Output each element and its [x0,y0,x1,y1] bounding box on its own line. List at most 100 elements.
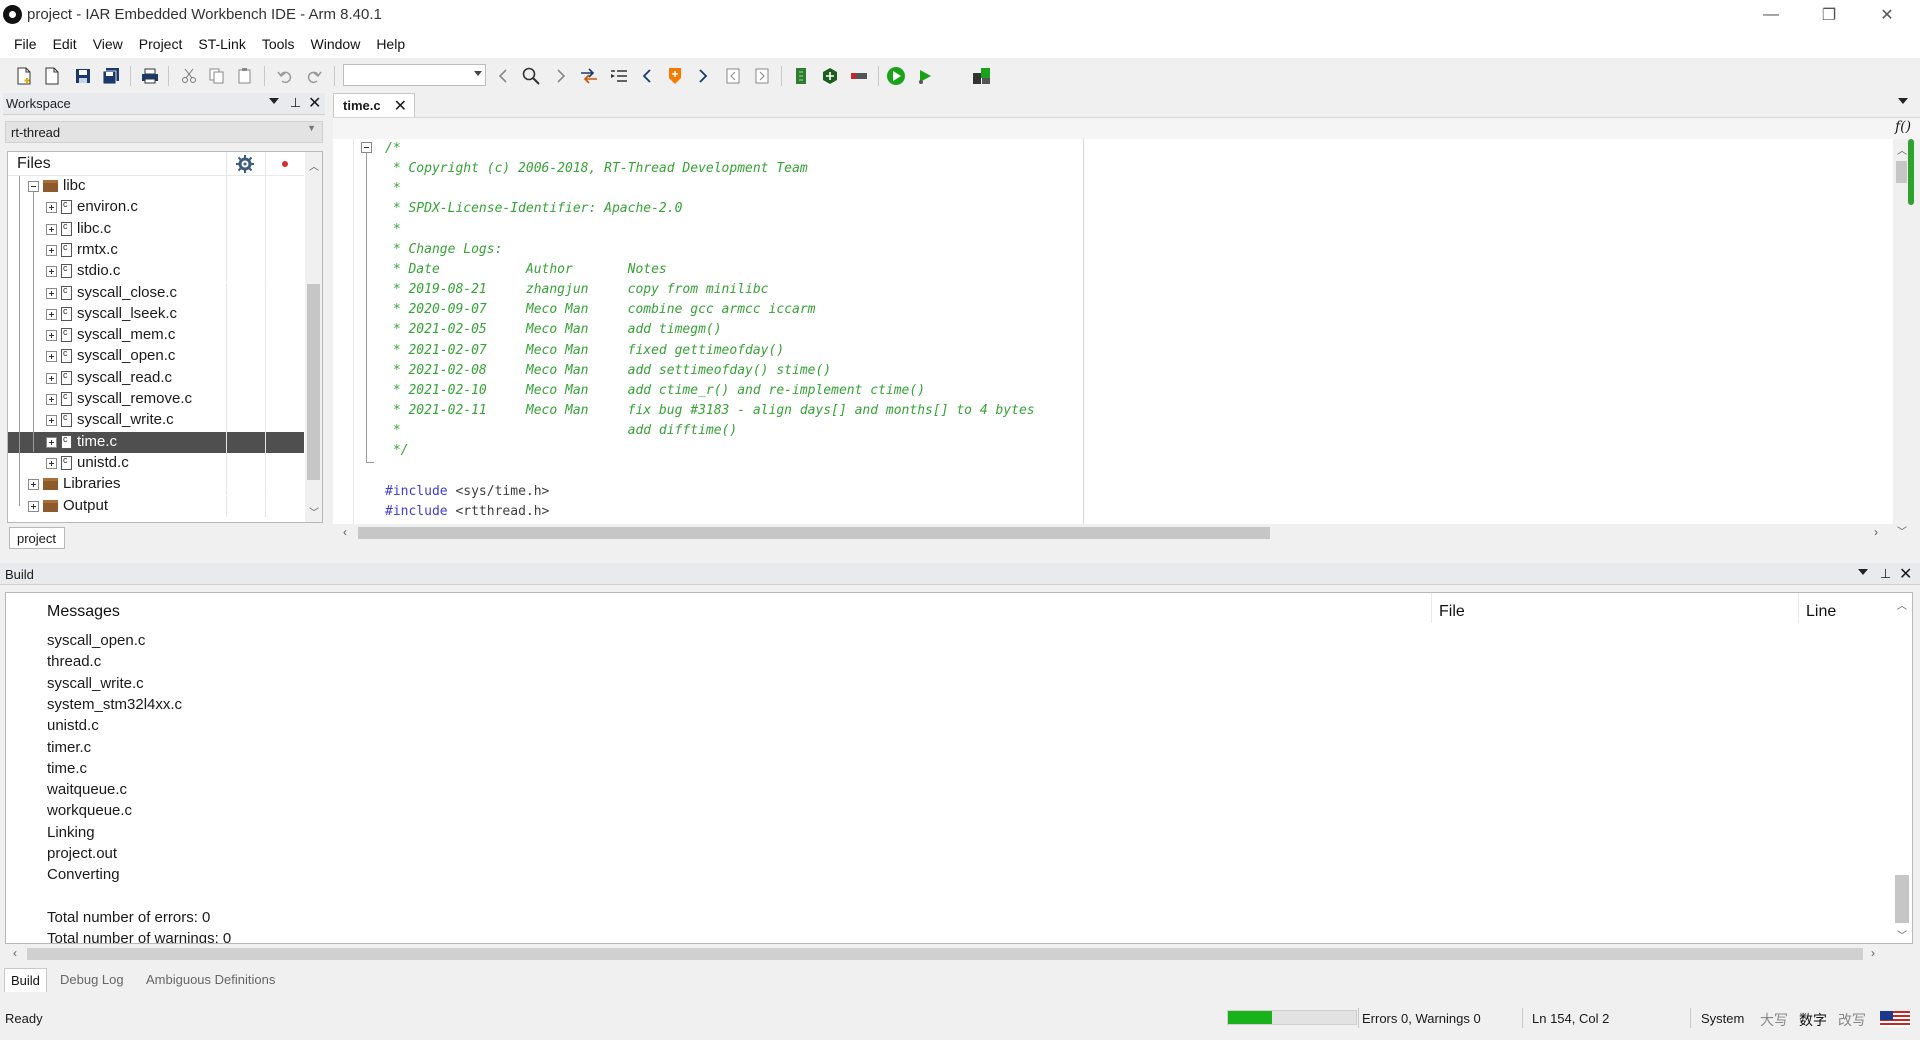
tree-file[interactable]: syscall_open.c [8,346,304,368]
tree-folder[interactable]: libc [8,176,304,198]
expand-icon[interactable] [46,351,57,363]
build-message[interactable]: Total number of warnings: 0 [47,930,231,943]
menu-help[interactable]: Help [368,36,413,52]
scroll-left-icon[interactable]: ‹ [343,525,347,539]
find-combo[interactable] [343,64,486,86]
undo-icon[interactable] [274,65,296,87]
build-message[interactable]: time.c [47,760,87,781]
tree-file[interactable]: time.c [8,431,304,453]
close-icon[interactable]: ✕ [1899,564,1912,584]
tree-file[interactable]: syscall_lseek.c [8,303,304,326]
build-message[interactable]: Total number of errors: 0 [47,909,210,930]
editor-hscrollbar[interactable]: ‹ › [333,524,1893,541]
build-message[interactable]: project.out [47,845,117,866]
pin-icon[interactable]: ⊥ [290,95,301,111]
pin-icon[interactable]: ⊥ [1880,566,1891,582]
list-icon[interactable] [608,65,630,87]
tree-file[interactable]: libc.c [8,218,304,240]
scroll-right-icon[interactable]: › [1871,946,1875,960]
tab-build[interactable]: Build [4,968,47,992]
files-scrollbar[interactable]: ︿ ﹀ [305,152,322,522]
make-icon[interactable] [819,65,841,87]
open-icon[interactable] [41,65,63,87]
configuration-select[interactable]: rt-thread ▼ [5,121,323,143]
menu-st-link[interactable]: ST-Link [190,36,253,52]
close-tab-icon[interactable]: ✕ [394,96,407,116]
tab-debug-log[interactable]: Debug Log [54,968,130,992]
chevron-down-icon[interactable] [474,71,482,76]
new-file-icon[interactable] [13,65,35,87]
gear-icon[interactable] [236,155,254,173]
compile-icon[interactable] [790,65,812,87]
navigate-back-icon[interactable] [492,65,514,87]
close-icon[interactable]: ✕ [308,93,321,113]
build-message[interactable]: syscall_write.c [47,675,144,696]
menu-edit[interactable]: Edit [45,36,85,52]
expand-icon[interactable] [46,330,57,342]
redo-icon[interactable] [303,65,325,87]
expand-icon[interactable] [46,244,57,256]
tab-time-c[interactable]: time.c ✕ [333,93,415,117]
expand-icon[interactable] [46,287,57,299]
tree-file[interactable]: syscall_close.c [8,282,304,304]
build-message[interactable]: Converting [47,866,120,887]
expand-icon[interactable] [46,436,57,448]
tree-file[interactable]: environ.c [8,197,304,219]
build-message[interactable]: thread.c [47,653,101,674]
tree-folder[interactable]: Output [8,495,304,517]
menu-view[interactable]: View [85,36,131,52]
editor-vscroll-thumb[interactable] [1896,161,1907,183]
debug-without-download-icon[interactable] [914,65,936,87]
toggle-bookmark-icon[interactable] [664,65,686,87]
minimize-button[interactable]: — [1742,0,1800,29]
build-message[interactable]: waitqueue.c [47,781,127,802]
build-hscrollbar[interactable]: ‹ › [5,945,1885,962]
build-message[interactable]: workqueue.c [47,802,132,823]
breakpoint-icon[interactable] [971,65,993,87]
scroll-right-icon[interactable]: › [1874,525,1878,539]
restore-button[interactable]: ❐ [1800,0,1858,29]
scroll-down-icon[interactable]: ﹀ [309,504,319,519]
build-vscrollbar[interactable]: ︿ ﹀ [1891,593,1911,943]
function-navigator-icon[interactable]: f() [1895,119,1911,135]
chevron-down-icon[interactable] [1898,98,1908,104]
tab-ambiguous-definitions[interactable]: Ambiguous Definitions [140,968,281,992]
build-message[interactable]: unistd.c [47,717,99,738]
tree-file[interactable]: unistd.c [8,452,304,475]
paste-icon[interactable] [234,65,256,87]
tree-file[interactable]: syscall_remove.c [8,389,304,411]
collapse-icon[interactable] [28,181,39,192]
build-vscroll-thumb[interactable] [1895,875,1909,923]
download-debug-icon[interactable] [885,65,907,87]
scroll-down-icon[interactable]: ﹀ [1897,927,1907,942]
files-scroll-thumb[interactable] [307,284,320,480]
chevron-down-icon[interactable] [1858,569,1868,575]
scroll-up-icon[interactable]: ︿ [1897,597,1907,612]
scroll-up-icon[interactable]: ︿ [1897,142,1907,157]
expand-icon[interactable] [46,372,57,384]
menu-file[interactable]: File [6,36,45,52]
go-to-icon[interactable] [578,65,600,87]
stop-build-icon[interactable] [848,65,870,87]
expand-icon[interactable] [28,500,39,512]
build-message[interactable]: timer.c [47,739,91,760]
close-window-button[interactable]: ✕ [1858,0,1916,29]
tree-file[interactable]: rmtx.c [8,239,304,262]
tree-file[interactable]: stdio.c [8,261,304,283]
tab-project[interactable]: project [9,527,65,549]
expand-icon[interactable] [28,479,39,491]
find-icon[interactable] [520,65,542,87]
build-message[interactable]: system_stm32l4xx.c [47,696,182,717]
scroll-up-icon[interactable]: ︿ [309,158,319,173]
expand-icon[interactable] [46,457,57,469]
menu-project[interactable]: Project [131,36,191,52]
cut-icon[interactable] [178,65,200,87]
menu-window[interactable]: Window [303,36,369,52]
build-hscroll-thumb[interactable] [27,948,1863,960]
next-bookmark-icon[interactable] [692,65,714,87]
copy-icon[interactable] [206,65,228,87]
expand-icon[interactable] [46,415,57,427]
expand-icon[interactable] [46,394,57,405]
tree-folder[interactable]: Libraries [8,474,304,496]
editor-hscroll-thumb[interactable] [358,527,1270,539]
